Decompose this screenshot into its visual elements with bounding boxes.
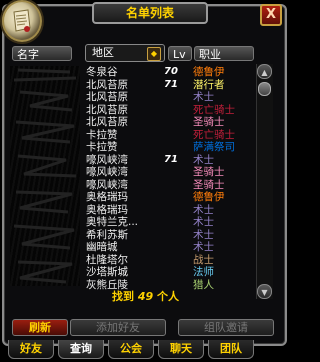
level-cell: 70 bbox=[164, 66, 178, 77]
zone-cell: 奥格瑞玛 bbox=[86, 203, 128, 216]
zone-cell: 嚎风峡湾 bbox=[86, 166, 128, 178]
results-scrollbar[interactable]: ▲ ▼ bbox=[256, 64, 273, 299]
class-cell: 圣骑士 bbox=[193, 116, 225, 128]
zone-cell: 冬泉谷 bbox=[86, 66, 118, 78]
class-cell: 战士 bbox=[193, 253, 214, 266]
zone-cell: 幽暗城 bbox=[86, 241, 118, 253]
tab-4[interactable]: 团队 bbox=[208, 340, 254, 359]
tab-2[interactable]: 公会 bbox=[108, 340, 154, 359]
zone-cell: 希利苏斯 bbox=[86, 228, 128, 241]
found-prefix: 找到 bbox=[112, 290, 134, 303]
dropdown-arrow-icon[interactable]: ◆ bbox=[147, 47, 161, 61]
class-cell: 圣骑士 bbox=[193, 178, 225, 191]
tab-0[interactable]: 好友 bbox=[8, 340, 54, 359]
list-item[interactable]: 奥格瑞玛 德鲁伊 bbox=[14, 191, 254, 204]
zone-cell: 北风苔原 bbox=[86, 116, 128, 128]
class-cell: 死亡骑士 bbox=[193, 103, 235, 116]
class-cell: 术士 bbox=[193, 241, 214, 253]
class-cell: 潜行者 bbox=[193, 78, 225, 91]
found-count: 49 bbox=[137, 290, 154, 303]
list-item[interactable]: 嚎风峡湾 71 术士 bbox=[14, 154, 254, 167]
class-cell: 萨满祭司 bbox=[193, 141, 235, 153]
list-item[interactable]: 奥特兰克... 术士 bbox=[14, 216, 254, 229]
class-cell: 德鲁伊 bbox=[193, 66, 225, 78]
zone-cell: 沙塔斯城 bbox=[86, 266, 128, 278]
zone-cell: 杜隆塔尔 bbox=[86, 253, 128, 266]
list-item[interactable]: 嚎风峡湾 圣骑士 bbox=[14, 179, 254, 192]
zone-cell: 奥格瑞玛 bbox=[86, 191, 128, 203]
group-invite-button[interactable]: 组队邀请 bbox=[178, 319, 274, 336]
zone-column-dropdown[interactable]: 地区 ◆ bbox=[85, 44, 165, 62]
level-cell: 71 bbox=[164, 153, 178, 165]
zone-cell: 嚎风峡湾 bbox=[86, 153, 128, 166]
scroll-portrait-icon bbox=[2, 0, 42, 42]
add-friend-button[interactable]: 添加好友 bbox=[70, 319, 166, 336]
list-item[interactable]: 北风苔原 死亡骑士 bbox=[14, 104, 254, 117]
list-item[interactable]: 卡拉赞 萨满祭司 bbox=[14, 141, 254, 154]
list-item[interactable]: 希利苏斯 术士 bbox=[14, 229, 254, 242]
class-cell: 术士 bbox=[193, 228, 214, 241]
tab-3[interactable]: 聊天 bbox=[158, 340, 204, 359]
class-cell: 术士 bbox=[193, 91, 214, 103]
class-cell: 术士 bbox=[193, 216, 214, 228]
list-item[interactable]: 嚎风峡湾 圣骑士 bbox=[14, 166, 254, 179]
column-header-class[interactable]: 职业 bbox=[194, 46, 254, 61]
refresh-button[interactable]: 刷新 bbox=[12, 319, 68, 336]
window-title: 名单列表 bbox=[92, 2, 208, 24]
class-cell: 术士 bbox=[193, 203, 214, 216]
level-cell: 71 bbox=[164, 78, 178, 90]
class-cell: 法师 bbox=[193, 266, 214, 278]
zone-cell: 卡拉赞 bbox=[86, 141, 118, 153]
zone-column-label: 地区 bbox=[92, 46, 114, 59]
list-item[interactable]: 卡拉赞 死亡骑士 bbox=[14, 129, 254, 142]
list-item[interactable]: 奥格瑞玛 术士 bbox=[14, 204, 254, 217]
zone-cell: 北风苔原 bbox=[86, 78, 128, 91]
list-item[interactable]: 北风苔原 术士 bbox=[14, 91, 254, 104]
tab-1[interactable]: 查询 bbox=[58, 340, 104, 359]
column-header-level[interactable]: Lv bbox=[168, 46, 192, 61]
results-count-text: 找到 49 个人 bbox=[0, 288, 291, 304]
column-header-name[interactable]: 名字 bbox=[12, 46, 72, 61]
list-item[interactable]: 北风苔原 圣骑士 bbox=[14, 116, 254, 129]
zone-cell: 北风苔原 bbox=[86, 103, 128, 116]
class-cell: 德鲁伊 bbox=[193, 191, 225, 203]
zone-cell: 北风苔原 bbox=[86, 91, 128, 103]
who-results-list: 冬泉谷 70 德鲁伊 北风苔原 71 潜行者 北风苔原 术士 北风苔原 死亡骑士 北风苔原 圣骑士 卡拉… bbox=[14, 66, 254, 291]
class-cell: 术士 bbox=[193, 153, 214, 166]
class-cell: 死亡骑士 bbox=[193, 128, 235, 141]
list-item[interactable]: 杜隆塔尔 战士 bbox=[14, 254, 254, 267]
list-item[interactable]: 沙塔斯城 法师 bbox=[14, 266, 254, 279]
list-item[interactable]: 幽暗城 术士 bbox=[14, 241, 254, 254]
zone-cell: 嚎风峡湾 bbox=[86, 178, 128, 191]
list-item[interactable]: 北风苔原 71 潜行者 bbox=[14, 79, 254, 92]
scroll-thumb[interactable] bbox=[258, 82, 271, 96]
found-suffix: 个人 bbox=[157, 290, 179, 303]
class-cell: 圣骑士 bbox=[193, 166, 225, 178]
zone-cell: 奥特兰克... bbox=[86, 216, 139, 228]
close-button[interactable]: X bbox=[260, 4, 282, 26]
scroll-up-button[interactable]: ▲ bbox=[257, 64, 272, 79]
list-item[interactable]: 冬泉谷 70 德鲁伊 bbox=[14, 66, 254, 79]
zone-cell: 卡拉赞 bbox=[86, 128, 118, 141]
